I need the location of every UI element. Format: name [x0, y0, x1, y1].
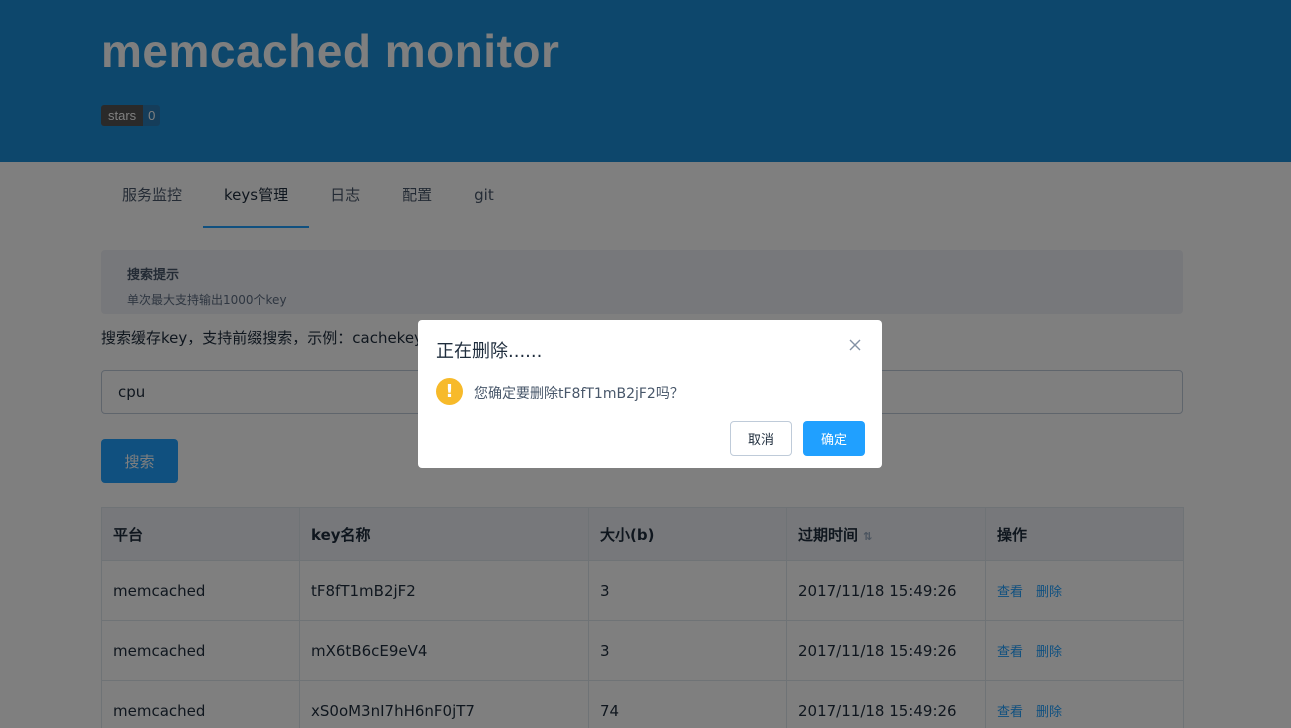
confirm-button[interactable]: 确定 — [803, 421, 865, 456]
delete-confirm-dialog: 正在删除...... ! 您确定要删除tF8fT1mB2jF2吗？ 取消 确定 — [418, 320, 882, 468]
cancel-button[interactable]: 取消 — [730, 421, 792, 456]
warning-icon: ! — [436, 378, 463, 405]
close-icon[interactable] — [847, 337, 863, 353]
dialog-title: 正在删除...... — [436, 341, 543, 362]
dialog-message: 您确定要删除tF8fT1mB2jF2吗？ — [474, 386, 684, 402]
